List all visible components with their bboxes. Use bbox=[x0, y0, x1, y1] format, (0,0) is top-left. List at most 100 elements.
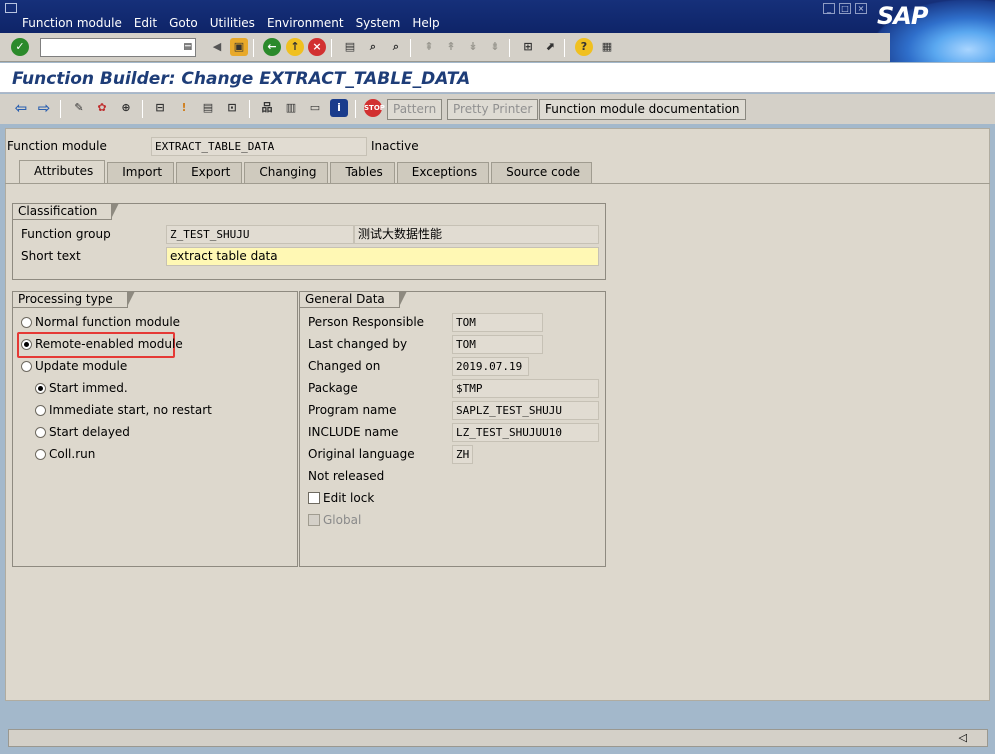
radio-coll-run[interactable]: Coll.run bbox=[35, 447, 95, 461]
stop-icon[interactable]: STOP bbox=[364, 99, 385, 117]
pretty-printer-button[interactable]: Pretty Printer bbox=[447, 99, 539, 120]
radio-start-immed[interactable]: Start immed. bbox=[35, 381, 128, 395]
menu-help[interactable]: Help bbox=[412, 16, 439, 30]
hierarchy-icon[interactable]: 品 bbox=[258, 99, 276, 117]
function-group-description: 测试大数据性能 bbox=[354, 225, 599, 244]
forward-arrow-icon[interactable]: ⇨ bbox=[35, 99, 53, 117]
radio-label: Update module bbox=[35, 359, 128, 373]
radio-remote-enabled-module[interactable]: Remote-enabled module bbox=[21, 337, 183, 351]
system-menu-icon[interactable] bbox=[5, 3, 17, 13]
radio-label: Immediate start, no restart bbox=[49, 403, 212, 417]
check-icon[interactable]: ! bbox=[175, 99, 193, 117]
package-label: Package bbox=[308, 381, 358, 395]
tab-attributes[interactable]: Attributes bbox=[19, 160, 106, 183]
menu-utilities[interactable]: Utilities bbox=[210, 16, 255, 30]
program-name-label: Program name bbox=[308, 403, 397, 417]
radio-circle[interactable] bbox=[21, 360, 32, 372]
cancel-icon[interactable]: × bbox=[308, 38, 326, 56]
title-bar: Function Builder: Change EXTRACT_TABLE_D… bbox=[0, 63, 995, 93]
menu: Function module Edit Goto Utilities Envi… bbox=[22, 16, 452, 30]
original-language-label: Original language bbox=[308, 447, 415, 461]
application-toolbar: ⇦ ⇨ ✎ ✿ ⊕ ⊟ ! ▤ ⊡ 品 ▥ ▭ i STOP Pattern P… bbox=[0, 94, 995, 124]
status-collapse-icon[interactable]: ◁ bbox=[959, 731, 967, 744]
radio-label: Normal function module bbox=[35, 315, 181, 329]
where-used-icon[interactable]: ⊟ bbox=[151, 99, 169, 117]
collapse-toolbar-icon[interactable]: ◀ bbox=[208, 38, 226, 56]
tab-tables[interactable]: Tables bbox=[330, 162, 395, 183]
not-released-text: Not released bbox=[308, 469, 385, 483]
save-icon[interactable]: ▣ bbox=[230, 38, 248, 56]
edit-lock-checkbox[interactable]: Edit lock bbox=[308, 491, 374, 505]
radio-label: Start immed. bbox=[49, 381, 128, 395]
menu-goto[interactable]: Goto bbox=[169, 16, 198, 30]
short-text-input[interactable]: extract table data bbox=[166, 247, 599, 266]
back-arrow-icon[interactable]: ⇦ bbox=[12, 99, 30, 117]
maximize-icon[interactable]: □ bbox=[839, 3, 851, 14]
processing-type-title: Processing type bbox=[13, 291, 135, 308]
window-controls: _ □ × bbox=[823, 3, 871, 14]
close-window-icon[interactable]: × bbox=[855, 3, 867, 14]
tab-source-code[interactable]: Source code bbox=[491, 162, 593, 183]
enter-check-icon[interactable]: ✓ bbox=[11, 38, 29, 56]
object-list-icon[interactable]: ⊡ bbox=[223, 99, 241, 117]
general-data-title: General Data bbox=[300, 291, 407, 308]
tab-exceptions[interactable]: Exceptions bbox=[396, 162, 490, 183]
radio-normal-function-module[interactable]: Normal function module bbox=[21, 315, 180, 329]
tab-changing[interactable]: Changing bbox=[244, 162, 329, 183]
back-icon[interactable]: ← bbox=[263, 38, 281, 56]
radio-circle[interactable] bbox=[21, 316, 32, 328]
menu-edit[interactable]: Edit bbox=[134, 16, 157, 30]
new-session-icon[interactable]: ⊞ bbox=[519, 38, 537, 56]
command-field[interactable]: ▤ bbox=[40, 38, 196, 57]
function-module-documentation-button[interactable]: Function module documentation bbox=[539, 99, 746, 120]
print-icon[interactable]: ▤ bbox=[341, 38, 359, 56]
checkbox-box bbox=[308, 514, 320, 526]
last-page-icon[interactable]: ⇟ bbox=[486, 38, 504, 56]
print-list-icon[interactable]: ▥ bbox=[282, 99, 300, 117]
help-icon[interactable]: ? bbox=[575, 38, 593, 56]
command-history-icon[interactable]: ▤ bbox=[183, 42, 192, 52]
tab-import[interactable]: Import bbox=[107, 162, 175, 183]
radio-circle[interactable] bbox=[35, 404, 46, 416]
info-icon[interactable]: i bbox=[330, 99, 348, 117]
radio-start-delayed[interactable]: Start delayed bbox=[35, 425, 130, 439]
menu-function-module[interactable]: Function module bbox=[22, 16, 122, 30]
status-bar: ◁ bbox=[8, 729, 988, 747]
function-module-status: Inactive bbox=[371, 139, 419, 153]
radio-circle-selected[interactable] bbox=[35, 382, 46, 394]
checkbox-box[interactable] bbox=[308, 492, 320, 504]
display-change-icon[interactable]: ✎ bbox=[70, 99, 88, 117]
radio-circle-selected[interactable] bbox=[21, 338, 32, 350]
exit-icon[interactable]: ↑ bbox=[286, 38, 304, 56]
first-page-icon[interactable]: ⇞ bbox=[420, 38, 438, 56]
radio-label: Coll.run bbox=[49, 447, 96, 461]
previous-page-icon[interactable]: ↟ bbox=[442, 38, 460, 56]
sap-logo: SAP bbox=[873, 0, 995, 62]
find-icon[interactable]: ⌕ bbox=[364, 38, 382, 56]
shortcut-icon[interactable]: ⬈ bbox=[541, 38, 559, 56]
standard-toolbar: ✓ ▤ ◀ ▣ ← ↑ × ▤ ⌕ ⌕ ⇞ ↟ ↡ ⇟ ⊞ ⬈ ? ▦ bbox=[0, 33, 890, 62]
radio-circle[interactable] bbox=[35, 426, 46, 438]
test-icon[interactable]: ▤ bbox=[199, 99, 217, 117]
changed-on-field: 2019.07.19 bbox=[452, 357, 529, 376]
display-object-icon[interactable]: ▭ bbox=[306, 99, 324, 117]
radio-circle[interactable] bbox=[35, 448, 46, 460]
include-name-field: LZ_TEST_SHUJUU10 bbox=[452, 423, 599, 442]
radio-immediate-start-no-restart[interactable]: Immediate start, no restart bbox=[35, 403, 212, 417]
find-next-icon[interactable]: ⌕ bbox=[387, 38, 405, 56]
layout-menu-icon[interactable]: ▦ bbox=[598, 38, 616, 56]
menu-environment[interactable]: Environment bbox=[267, 16, 344, 30]
last-changed-by-label: Last changed by bbox=[308, 337, 408, 351]
radio-update-module[interactable]: Update module bbox=[21, 359, 127, 373]
radio-label: Remote-enabled module bbox=[35, 337, 183, 351]
next-page-icon[interactable]: ↡ bbox=[464, 38, 482, 56]
function-module-field: EXTRACT_TABLE_DATA bbox=[151, 137, 367, 156]
function-group-label: Function group bbox=[21, 227, 111, 241]
radio-label: Start delayed bbox=[49, 425, 130, 439]
minimize-icon[interactable]: _ bbox=[823, 3, 835, 14]
pattern-button[interactable]: Pattern bbox=[387, 99, 443, 120]
activate-icon[interactable]: ⊕ bbox=[117, 99, 135, 117]
other-object-icon[interactable]: ✿ bbox=[93, 99, 111, 117]
menu-system[interactable]: System bbox=[356, 16, 401, 30]
tab-export[interactable]: Export bbox=[176, 162, 243, 183]
